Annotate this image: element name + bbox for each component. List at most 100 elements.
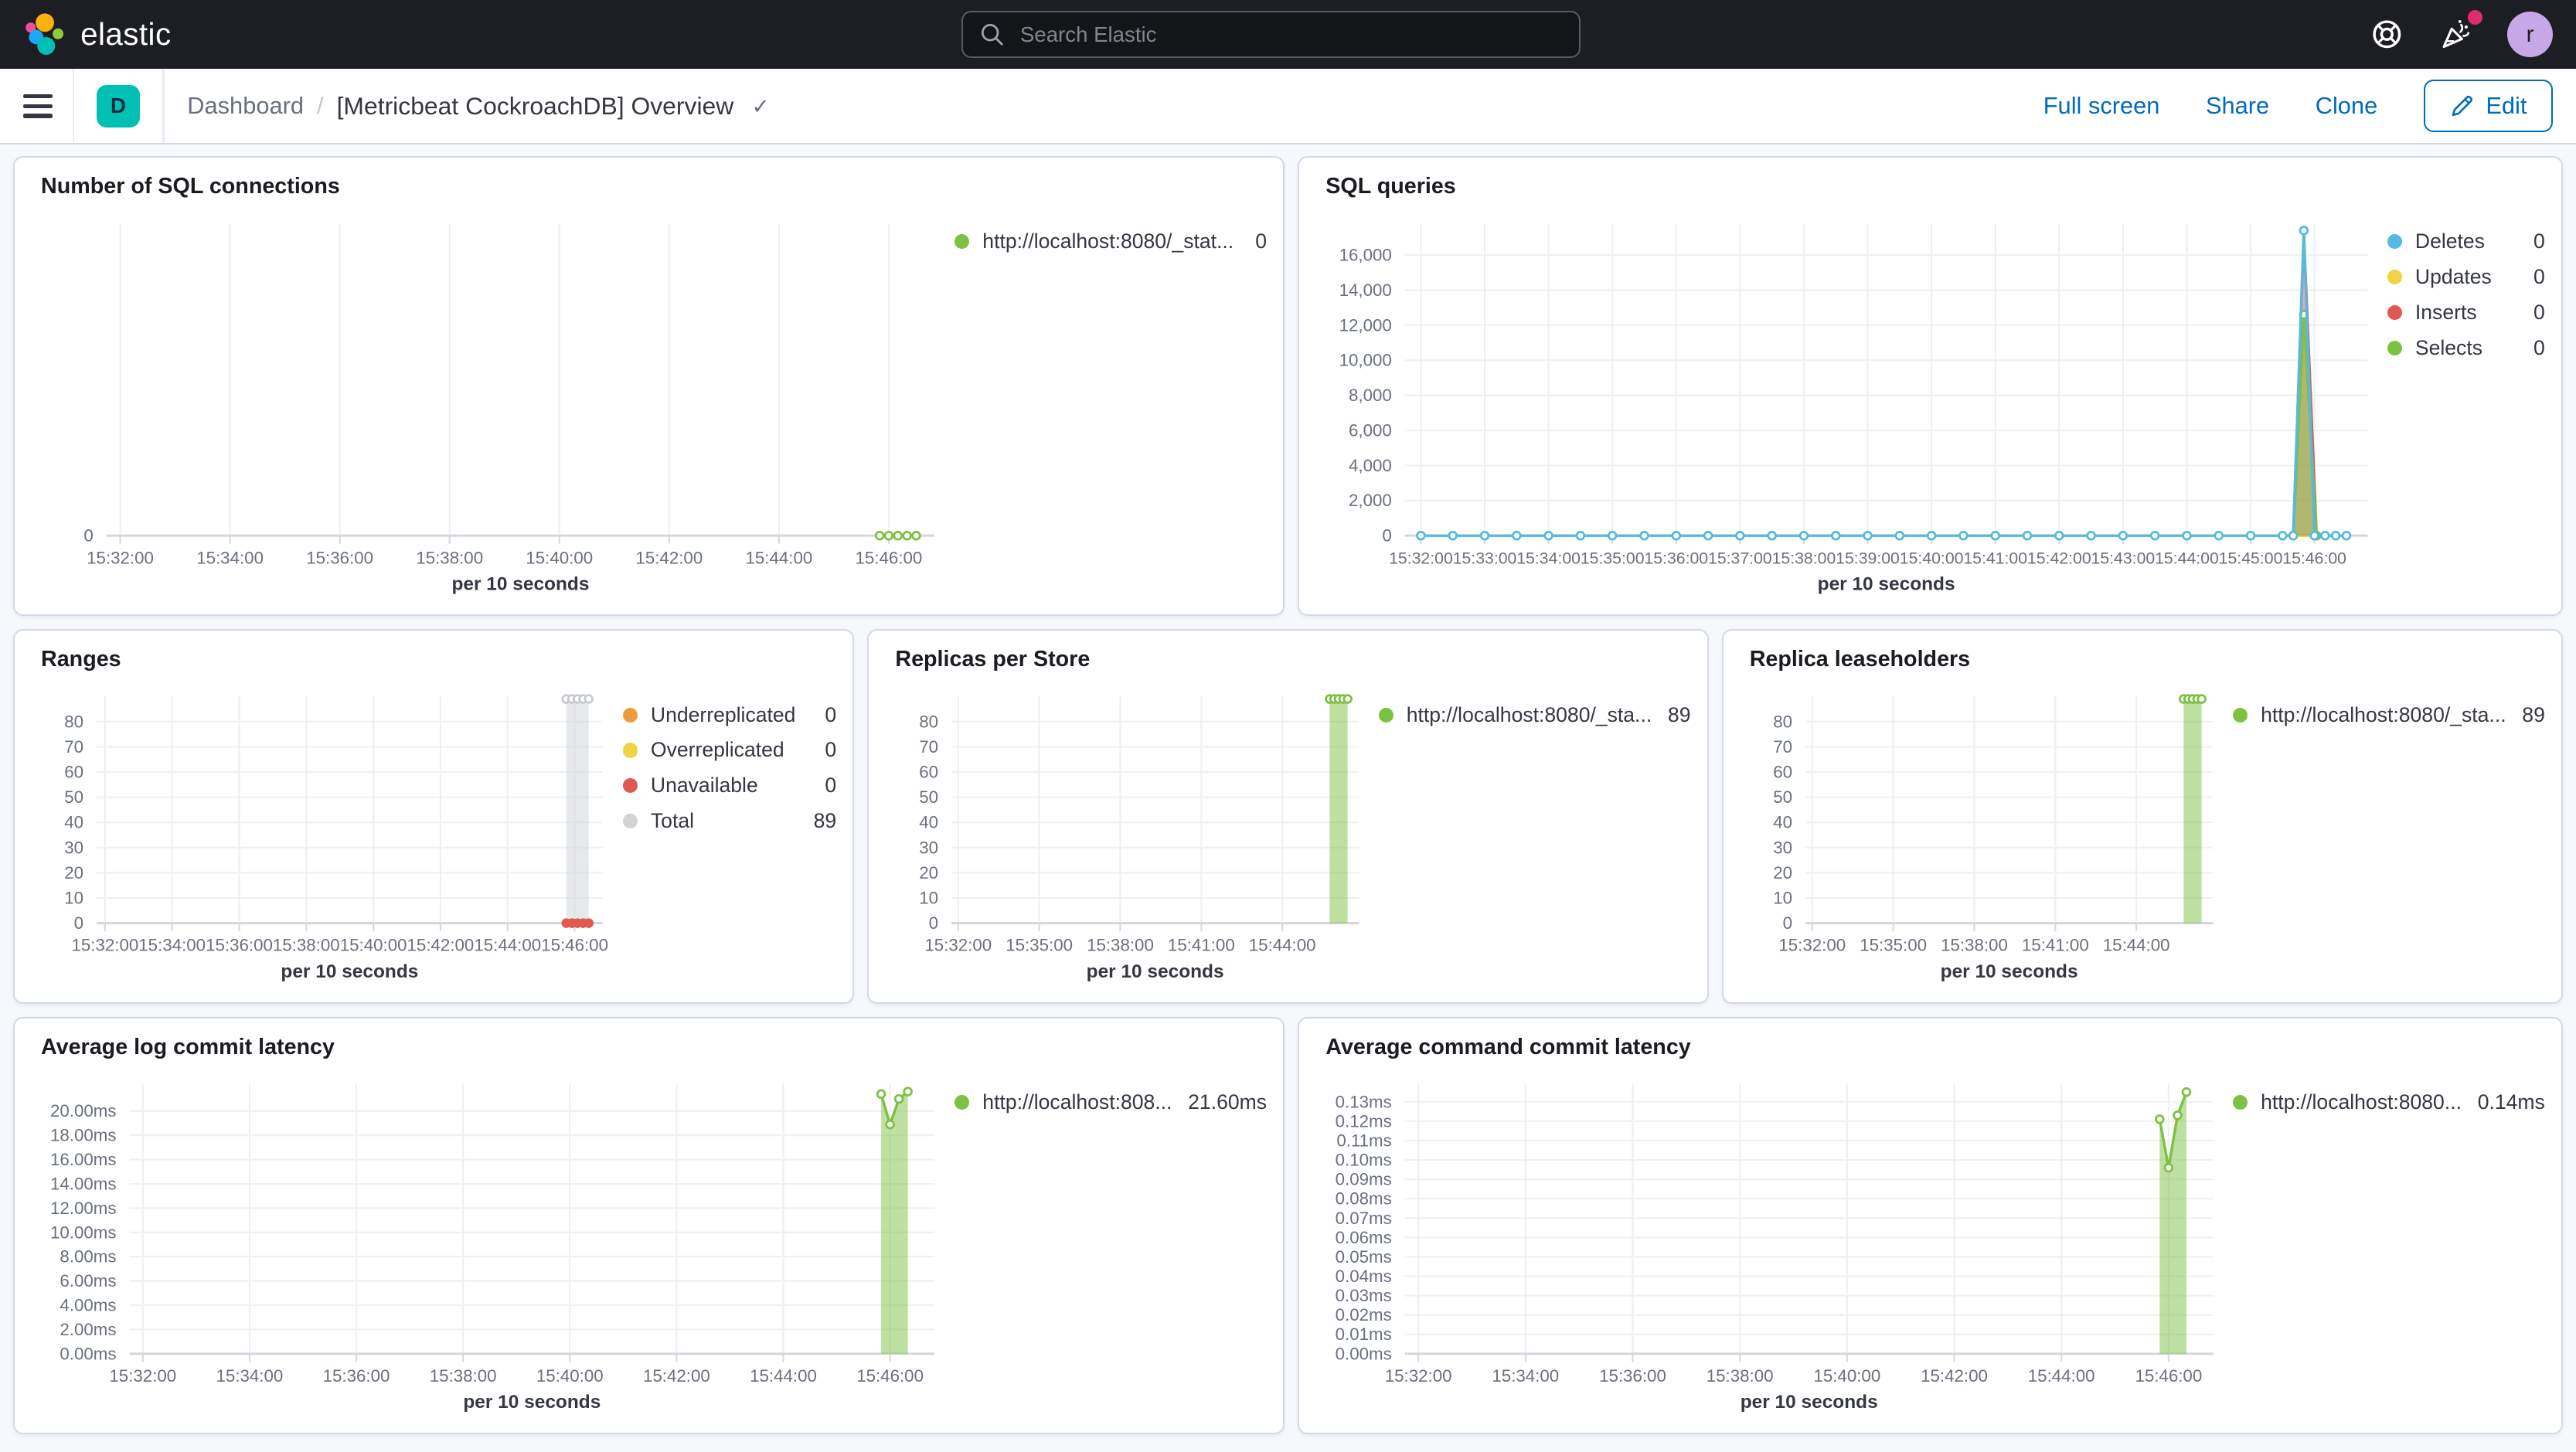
help-icon[interactable]	[2369, 16, 2405, 53]
svg-text:0.05ms: 0.05ms	[1335, 1246, 1391, 1266]
panel-replica-leaseholders[interactable]: Replica leaseholders 15:32:00 15:35:00 15:…	[1721, 629, 2564, 1004]
svg-text:15:44:00: 15:44:00	[2155, 549, 2219, 567]
newsfeed-icon[interactable]	[2438, 9, 2482, 53]
svg-text:70: 70	[64, 737, 83, 757]
svg-text:10: 10	[64, 888, 83, 907]
svg-text:0.13ms: 0.13ms	[1335, 1092, 1391, 1111]
breadcrumb-dashboard-link[interactable]: Dashboard	[187, 92, 304, 120]
full-screen-button[interactable]: Full screen	[2043, 92, 2160, 120]
elastic-logo[interactable]: elastic	[23, 13, 172, 56]
clone-button[interactable]: Clone	[2316, 92, 2378, 120]
legend-item[interactable]: Selects 0	[2387, 336, 2545, 360]
svg-text:6.00ms: 6.00ms	[60, 1271, 117, 1290]
legend-dot	[2232, 707, 2248, 723]
legend-dot	[1378, 707, 1393, 723]
panel-replicas-per-store[interactable]: Replicas per Store 15:32:00 15:35:00 15:38…	[867, 629, 1709, 1004]
legend-item[interactable]: Unavailable 0	[622, 774, 836, 797]
svg-text:15:42:00: 15:42:00	[2026, 549, 2091, 567]
svg-text:15:32:00: 15:32:00	[1384, 1366, 1451, 1386]
panel-ranges[interactable]: Ranges 15:32:00 15:34:00 15:36:00 15:38:00 1…	[13, 629, 855, 1004]
svg-text:0.08ms: 0.08ms	[1335, 1188, 1391, 1208]
title-check-icon[interactable]: ✓	[752, 94, 770, 119]
svg-text:15:42:00: 15:42:00	[407, 936, 475, 955]
panel-number-of-sql-connections[interactable]: Number of SQL connections 15:32:00 15:34:…	[13, 155, 1285, 617]
legend-value: 21.60ms	[1188, 1090, 1268, 1114]
legend-item[interactable]: Underreplicated 0	[622, 703, 836, 727]
legend-item[interactable]: Total 89	[622, 809, 836, 833]
chart-area[interactable]: 15:32:00 15:35:00 15:38:00 15:41:00 15:44:00…	[886, 680, 1379, 989]
legend-item[interactable]: http://localhost:8080/_stat... 0	[955, 230, 1267, 253]
svg-text:per 10 seconds: per 10 seconds	[452, 573, 590, 594]
legend-dot	[622, 814, 638, 829]
breadcrumb: Dashboard / [Metricbeat CockroachDB] Ove…	[187, 92, 770, 121]
legend-label: Total	[650, 809, 695, 833]
svg-text:20: 20	[919, 863, 938, 882]
app-header: elastic Search Elastic r	[0, 0, 2576, 70]
svg-text:0: 0	[84, 525, 94, 545]
svg-text:15:32:00: 15:32:00	[87, 548, 154, 567]
menu-icon[interactable]	[22, 94, 53, 118]
dashboard: Number of SQL connections 15:32:00 15:34:…	[0, 145, 2576, 1452]
svg-text:60: 60	[919, 762, 938, 781]
chart-area[interactable]: 15:32:00 15:34:00 15:36:00 15:38:00 15:40:00…	[1316, 1068, 2233, 1420]
legend-item[interactable]: Inserts 0	[2387, 301, 2545, 325]
panel-average-command-commit-latency[interactable]: Average command commit latency 15:32:00 1…	[1298, 1016, 2564, 1434]
legend-item[interactable]: http://localhost:8080/_sta... 89	[2232, 703, 2545, 727]
legend-label: Unavailable	[650, 774, 758, 797]
legend-value: 0.14ms	[2477, 1090, 2545, 1114]
panel-sql-queries[interactable]: SQL queries 15:32:00 15:33:00 15:34:00 15:3…	[1298, 155, 2564, 617]
avatar-initial: r	[2526, 21, 2534, 47]
legend-dot	[2387, 270, 2402, 285]
chart-area[interactable]: 15:32:00 15:33:00 15:34:00 15:35:00 15:36:00…	[1316, 207, 2387, 601]
divider	[162, 69, 165, 144]
chart-svg: 15:32:00 15:35:00 15:38:00 15:41:00 15:44:00…	[1773, 694, 2214, 982]
svg-text:per 10 seconds: per 10 seconds	[464, 1392, 601, 1413]
svg-text:15:41:00: 15:41:00	[1963, 549, 2027, 567]
panel-title: Replicas per Store	[895, 647, 1091, 672]
svg-text:15:38:00: 15:38:00	[1941, 936, 2008, 955]
legend-item[interactable]: Deletes 0	[2387, 230, 2545, 253]
chart-svg: 15:32:00 15:34:00 15:36:00 15:38:00 15:40:00…	[64, 694, 608, 982]
search-input[interactable]	[1016, 20, 1563, 49]
svg-text:0.06ms: 0.06ms	[1335, 1227, 1391, 1246]
legend-item[interactable]: Overreplicated 0	[622, 738, 836, 762]
svg-text:15:38:00: 15:38:00	[1087, 936, 1154, 955]
legend-item[interactable]: http://localhost:808... 21.60ms	[955, 1090, 1267, 1114]
elastic-logo-icon	[25, 13, 63, 55]
edit-label: Edit	[2486, 92, 2527, 120]
user-avatar[interactable]: r	[2506, 11, 2554, 58]
svg-text:0.07ms: 0.07ms	[1335, 1208, 1391, 1227]
share-button[interactable]: Share	[2206, 92, 2269, 120]
svg-text:40: 40	[64, 813, 83, 832]
svg-text:per 10 seconds: per 10 seconds	[1941, 961, 2078, 982]
svg-text:70: 70	[919, 737, 938, 757]
legend-dot	[622, 743, 638, 758]
svg-text:30: 30	[919, 838, 938, 857]
svg-text:15:35:00: 15:35:00	[1006, 936, 1073, 955]
svg-text:15:41:00: 15:41:00	[1168, 936, 1235, 955]
svg-text:15:36:00: 15:36:00	[307, 548, 374, 567]
legend-item[interactable]: http://localhost:8080... 0.14ms	[2232, 1090, 2545, 1114]
chart-area[interactable]: 15:32:00 15:34:00 15:36:00 15:38:00 15:40:00…	[31, 207, 955, 601]
svg-text:15:32:00: 15:32:00	[924, 936, 992, 955]
chart-legend: http://localhost:8080/_sta... 89	[2232, 680, 2545, 989]
chart-area[interactable]: 15:32:00 15:34:00 15:36:00 15:38:00 15:40:00…	[31, 1068, 955, 1420]
pencil-icon	[2452, 96, 2472, 117]
svg-text:15:35:00: 15:35:00	[1580, 549, 1644, 567]
legend-item[interactable]: http://localhost:8080/_sta... 89	[1378, 703, 1690, 727]
chart-area[interactable]: 15:32:00 15:35:00 15:38:00 15:41:00 15:44:00…	[1740, 680, 2233, 989]
edit-button[interactable]: Edit	[2423, 80, 2554, 133]
space-badge[interactable]: D	[97, 84, 140, 128]
legend-label: Inserts	[2414, 301, 2477, 325]
panel-title: Average command commit latency	[1325, 1035, 1691, 1060]
legend-dot	[622, 778, 638, 794]
svg-text:0: 0	[1783, 913, 1792, 933]
legend-item[interactable]: Updates 0	[2387, 265, 2545, 289]
legend-value: 0	[2533, 336, 2545, 360]
svg-text:15:36:00: 15:36:00	[1644, 549, 1708, 567]
chart-area[interactable]: 15:32:00 15:34:00 15:36:00 15:38:00 15:40:00…	[31, 680, 623, 989]
panel-average-log-commit-latency[interactable]: Average log commit latency 15:32:00 15:34…	[13, 1016, 1285, 1434]
global-search[interactable]	[961, 10, 1581, 59]
chart-legend: Underreplicated 0 Overreplicated 0 Unavailab…	[622, 680, 836, 989]
legend-dot	[955, 234, 970, 250]
